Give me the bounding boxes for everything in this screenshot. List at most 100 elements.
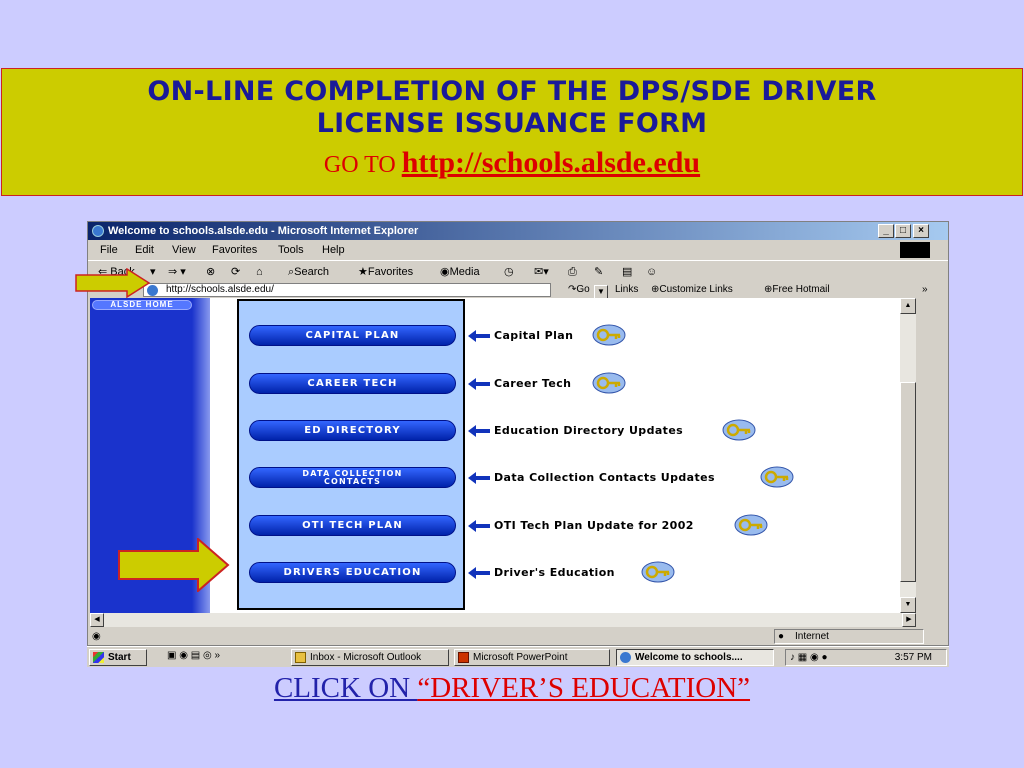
status-bar: ◉ ● Internet — [88, 628, 948, 645]
address-callout-arrow-icon — [75, 268, 150, 298]
address-bar: http://schools.alsde.edu/ ▼ ↷Go Links ⊕C… — [88, 282, 948, 299]
instruction-text: CLICK ON “DRIVER’S EDUCATION” — [0, 668, 1024, 708]
key-icon[interactable] — [734, 514, 768, 536]
address-dropdown-icon[interactable]: ▼ — [594, 285, 608, 299]
home-icon[interactable]: ⌂ — [256, 261, 263, 283]
task-powerpoint[interactable]: Microsoft PowerPoint — [454, 649, 610, 666]
capital-plan-button[interactable]: CAPITAL PLAN — [249, 325, 456, 346]
education-directory-link[interactable]: Education Directory Updates — [494, 424, 683, 437]
capital-plan-link[interactable]: Capital Plan — [494, 329, 573, 342]
history-icon[interactable]: ◷ — [504, 261, 514, 283]
slide-title-line-1: ON-LINE COMPLETION OF THE DPS/SDE DRIVER — [147, 76, 877, 107]
task-internet-explorer[interactable]: Welcome to schools.... — [616, 649, 774, 666]
vertical-scrollbar[interactable]: ▲ ▼ — [900, 298, 916, 613]
drivers-education-callout-arrow-icon — [118, 538, 230, 592]
menu-favorites[interactable]: Favorites — [212, 240, 257, 260]
data-collection-contacts-link[interactable]: Data Collection Contacts Updates — [494, 471, 715, 484]
browser-window-title: Welcome to schools.alsde.edu - Microsoft… — [108, 225, 419, 237]
links-label[interactable]: Links — [615, 282, 638, 298]
windows-taskbar: Start ▣ ◉ ▤ ◎ » Inbox - Microsoft Outloo… — [87, 646, 949, 667]
favorites-button[interactable]: ★Favorites — [358, 261, 413, 283]
scrollbar-thumb[interactable] — [900, 382, 916, 582]
ed-directory-button[interactable]: ED DIRECTORY — [249, 420, 456, 441]
ie-logo-icon — [92, 225, 104, 237]
slide-title-line-2: LICENSE ISSUANCE FORM — [316, 108, 708, 139]
menu-help[interactable]: Help — [322, 240, 345, 260]
system-tray: ♪ ▦ ◉ ● 3:57 PM — [785, 649, 947, 666]
menu-view[interactable]: View — [172, 240, 196, 260]
key-icon[interactable] — [641, 561, 675, 583]
left-arrow-icon — [468, 472, 490, 484]
discuss-icon[interactable]: ▤ — [622, 261, 632, 283]
print-icon[interactable]: ⎙ — [568, 261, 577, 283]
career-tech-link[interactable]: Career Tech — [494, 377, 571, 390]
powerpoint-icon — [458, 652, 469, 663]
customize-links-link[interactable]: ⊕Customize Links — [651, 282, 733, 298]
forward-button[interactable]: ⇒ ▾ — [168, 261, 186, 283]
messenger-icon[interactable]: ☺ — [646, 261, 657, 283]
career-tech-button[interactable]: CAREER TECH — [249, 373, 456, 394]
go-label: Go — [576, 284, 590, 295]
goto-url-link[interactable]: http://schools.alsde.edu — [402, 146, 700, 179]
menu-edit[interactable]: Edit — [135, 240, 154, 260]
clock: 3:57 PM — [894, 652, 932, 663]
windows-flag-icon — [93, 652, 104, 663]
data-collection-contacts-button[interactable]: DATA COLLECTION CONTACTS — [249, 467, 456, 488]
search-button[interactable]: ⌕Search — [288, 261, 329, 283]
ie-icon — [620, 652, 631, 663]
key-icon[interactable] — [592, 324, 626, 346]
close-button[interactable]: × — [913, 224, 929, 238]
globe-icon: ● — [778, 631, 785, 642]
slide-title-box: ON-LINE COMPLETION OF THE DPS/SDE DRIVER… — [1, 68, 1023, 196]
back-dropdown-icon[interactable]: ▾ — [150, 261, 156, 283]
toolbar-overflow-icon[interactable]: » — [922, 282, 928, 298]
menu-tools[interactable]: Tools — [278, 240, 304, 260]
start-button[interactable]: Start — [89, 649, 147, 666]
go-button[interactable]: ↷Go — [568, 282, 590, 298]
horizontal-scrollbar[interactable]: ◀ ▶ — [90, 613, 916, 627]
instruction-click: CLICK ON — [273, 672, 418, 704]
oti-tech-plan-link[interactable]: OTI Tech Plan Update for 2002 — [494, 519, 694, 532]
left-arrow-icon — [468, 425, 490, 437]
refresh-icon[interactable]: ⟳ — [231, 261, 240, 283]
quick-launch-icons[interactable]: ▣ ◉ ▤ ◎ » — [167, 650, 220, 661]
minimize-button[interactable]: _ — [878, 224, 894, 238]
scroll-right-icon[interactable]: ▶ — [902, 613, 916, 627]
drivers-education-link[interactable]: Driver's Education — [494, 566, 615, 579]
tray-icons[interactable]: ♪ ▦ ◉ ● — [790, 650, 828, 665]
maximize-button[interactable]: □ — [895, 224, 911, 238]
key-icon[interactable] — [722, 419, 756, 441]
start-label: Start — [108, 652, 131, 663]
scroll-left-icon[interactable]: ◀ — [90, 613, 104, 627]
task-outlook-label: Inbox - Microsoft Outlook — [310, 652, 422, 663]
oti-tech-plan-button[interactable]: OTI TECH PLAN — [249, 515, 456, 536]
media-button[interactable]: ◉Media — [440, 261, 480, 283]
address-input[interactable]: http://schools.alsde.edu/ ▼ — [143, 283, 608, 299]
key-icon[interactable] — [760, 466, 794, 488]
free-hotmail-label: Free Hotmail — [772, 284, 830, 295]
goto-line: GO TO http://schools.alsde.edu — [2, 146, 1022, 182]
left-arrow-icon — [468, 567, 490, 579]
stop-icon[interactable]: ⊗ — [206, 261, 215, 283]
scroll-down-icon[interactable]: ▼ — [900, 597, 916, 613]
left-arrow-icon — [468, 330, 490, 342]
page-status-icon: ◉ — [92, 631, 101, 642]
scroll-up-icon[interactable]: ▲ — [900, 298, 916, 314]
task-powerpoint-label: Microsoft PowerPoint — [473, 652, 568, 663]
outlook-icon — [295, 652, 306, 663]
browser-menu-bar: File Edit View Favorites Tools Help — [88, 240, 948, 260]
task-outlook[interactable]: Inbox - Microsoft Outlook — [291, 649, 449, 666]
security-zone-label: Internet — [795, 631, 829, 642]
key-icon[interactable] — [592, 372, 626, 394]
browser-toolbar: ⇐ Back ▾ ⇒ ▾ ⊗ ⟳ ⌂ ⌕Search ★Favorites ◉M… — [88, 260, 948, 282]
free-hotmail-link[interactable]: ⊕Free Hotmail — [764, 282, 830, 298]
drivers-education-button[interactable]: DRIVERS EDUCATION — [249, 562, 456, 583]
edit-icon[interactable]: ✎ — [594, 261, 603, 283]
alsde-home-button[interactable]: ALSDE HOME — [92, 300, 192, 310]
menu-file[interactable]: File — [100, 240, 118, 260]
address-url: http://schools.alsde.edu/ — [166, 284, 274, 295]
left-arrow-icon — [468, 378, 490, 390]
search-label: Search — [294, 266, 330, 278]
mail-icon[interactable]: ✉▾ — [534, 261, 549, 283]
task-ie-label: Welcome to schools.... — [635, 652, 743, 663]
